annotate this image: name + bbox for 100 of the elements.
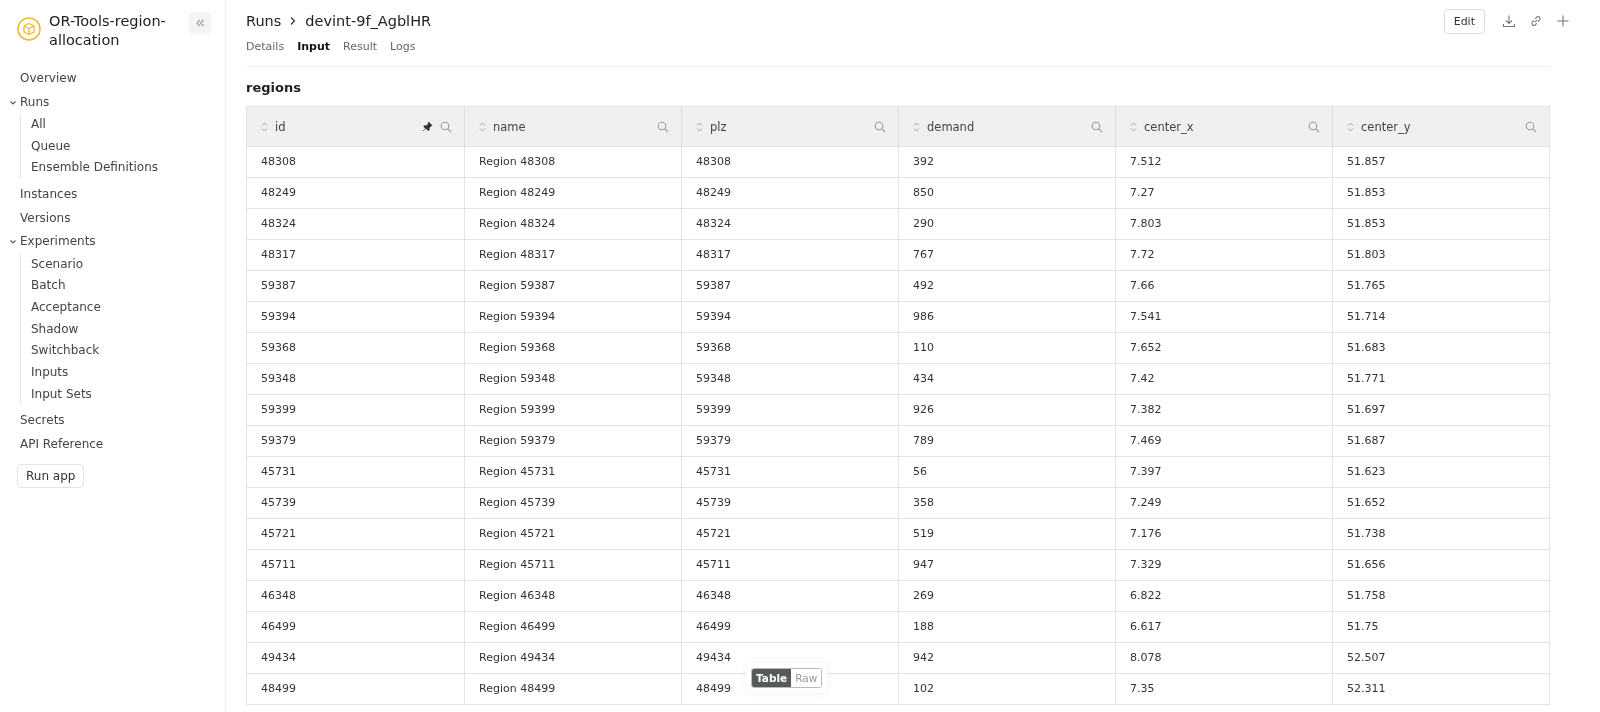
table-cell: 6.617 [1115,612,1332,642]
nav-subitem[interactable]: Queue [31,135,225,158]
table-cell: 519 [898,519,1115,549]
pin-icon[interactable] [422,121,433,132]
table-cell-text: 48249 [260,185,297,201]
collapse-sidebar-button[interactable] [189,12,211,34]
table-cell: 51.652 [1332,488,1549,518]
nav-subitem[interactable]: Input Sets [31,383,225,406]
chevron-right-icon [289,16,298,26]
column-header[interactable]: id [247,107,464,146]
column-header[interactable]: demand [898,107,1115,146]
table-cell: 48324 [681,209,898,239]
nav-item[interactable]: Experiments [0,230,225,254]
sort-icon[interactable] [1347,121,1354,132]
table-cell: 434 [898,364,1115,394]
table-cell: Region 46348 [464,581,681,611]
table-cell: 7.249 [1115,488,1332,518]
table-cell: 59379 [681,426,898,456]
table-cell: 51.714 [1332,302,1549,332]
table-cell: 51.656 [1332,550,1549,580]
nav-item[interactable]: Runs [0,90,225,114]
table-cell: 51.853 [1332,178,1549,208]
table-cell: 59348 [681,364,898,394]
table-cell: Region 48499 [464,674,681,704]
table-cell: 110 [898,333,1115,363]
nav-item[interactable]: Secrets [0,409,225,433]
table-cell: 51.765 [1332,271,1549,301]
edit-button[interactable]: Edit [1443,8,1485,34]
table-cell: 7.35 [1115,674,1332,704]
column-header[interactable]: plz [681,107,898,146]
table-cell: 7.27 [1115,178,1332,208]
download-icon[interactable] [1502,14,1516,28]
nav-subitem[interactable]: Inputs [31,362,225,384]
table-cell: Region 45711 [464,550,681,580]
plus-icon[interactable] [1556,14,1570,28]
table-cell-text: 48324 [260,216,297,232]
table-cell-text: 59399 [260,402,297,418]
table-cell-text: 45739 [260,495,297,511]
search-icon[interactable] [657,120,669,133]
table-cell: 48308 [681,147,898,177]
table-cell: Region 45721 [464,519,681,549]
table-cell: 789 [898,426,1115,456]
search-icon[interactable] [1308,120,1320,133]
table-cell: 188 [898,612,1115,642]
nav-subitem[interactable]: Shadow [31,318,225,341]
table-cell-text: 45721 [260,526,297,542]
table-cell-text: 45711 [260,557,297,573]
tab[interactable]: Input [297,40,331,53]
breadcrumb-link[interactable]: Runs [246,13,282,29]
column-label: plz [710,119,727,134]
table-cell: 7.469 [1115,426,1332,456]
run-app-button[interactable]: Run app [17,464,85,489]
table-cell: 59394 [681,302,898,332]
search-icon[interactable] [1525,120,1537,133]
toggle-option[interactable]: Table [752,669,792,687]
sort-icon[interactable] [913,121,920,132]
table-cell: 8.078 [1115,643,1332,673]
nav-subitem[interactable]: Switchback [31,340,225,362]
tab[interactable]: Details [246,40,285,53]
table-cell: 7.66 [1115,271,1332,301]
table-cell: 7.512 [1115,147,1332,177]
nav-item[interactable]: Instances [0,183,225,207]
nav-subitem[interactable]: All [31,114,225,136]
table-cell: 59368 [681,333,898,363]
sort-icon[interactable] [261,121,268,132]
table-cell: 51.803 [1332,240,1549,270]
column-label: center_y [1361,119,1411,134]
table-cell: 56 [898,457,1115,487]
tab[interactable]: Result [343,40,378,53]
column-header[interactable]: center_x [1115,107,1332,146]
nav-subitem[interactable]: Ensemble Definitions [31,157,225,180]
table-cell: 358 [898,488,1115,518]
column-header[interactable]: center_y [1332,107,1549,146]
search-icon[interactable] [440,120,452,133]
nav-subitem[interactable]: Acceptance [31,296,225,319]
nav-item[interactable]: Versions [0,206,225,231]
table-cell: 942 [898,643,1115,673]
sort-icon[interactable] [479,121,486,132]
tab[interactable]: Logs [390,40,416,53]
nav-subitem[interactable]: Scenario [31,253,225,276]
table-cell-text: 59387 [260,278,297,294]
sort-icon[interactable] [696,121,703,132]
search-icon[interactable] [874,120,886,133]
nav-item[interactable]: API Reference [0,432,225,457]
link-icon[interactable] [1529,14,1543,28]
sort-icon[interactable] [1130,121,1137,132]
table-cell-text: 59379 [260,433,297,449]
table-cell: 59387 [681,271,898,301]
chevron-down-icon[interactable] [9,98,17,107]
double-chevron-left-icon [195,18,205,28]
table-cell: Region 48317 [464,240,681,270]
table-cell: Region 48324 [464,209,681,239]
nav-item[interactable]: Overview [0,67,225,91]
table-cell: 51.75 [1332,612,1549,642]
table-cell: 269 [898,581,1115,611]
nav-subitem[interactable]: Batch [31,275,225,297]
search-icon[interactable] [1091,120,1103,133]
table-cell: 46499 [681,612,898,642]
column-header[interactable]: name [464,107,681,146]
column-label: id [275,119,286,134]
